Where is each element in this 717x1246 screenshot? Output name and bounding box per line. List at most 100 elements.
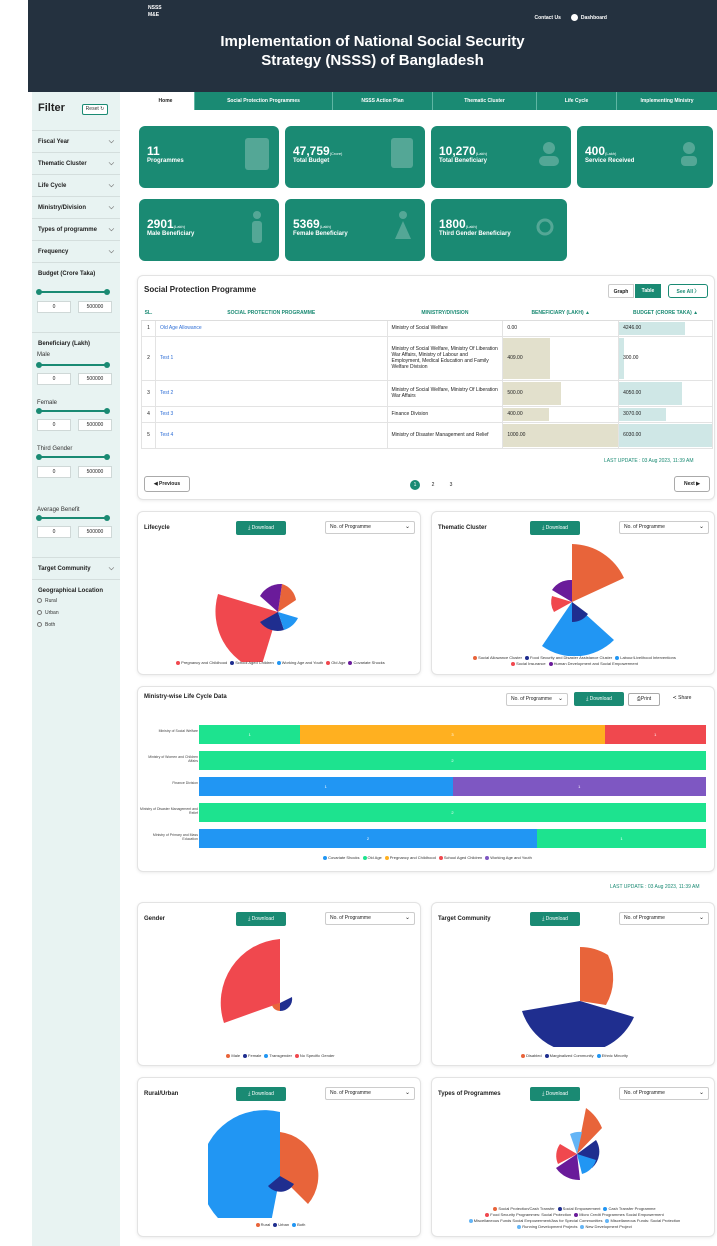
- radio-urban[interactable]: Urban: [37, 610, 59, 616]
- legend-item[interactable]: Food Security Programmes: Social Protect…: [482, 1212, 571, 1217]
- filter-target-community[interactable]: Target Community ⌵: [32, 557, 120, 579]
- legend-item[interactable]: Old Age: [323, 660, 345, 665]
- legend-item[interactable]: Covariate Shocks: [320, 855, 360, 860]
- filter-types-programme[interactable]: Types of programme ⌵: [32, 218, 120, 240]
- gender-download-button[interactable]: ⤓ Download: [236, 912, 286, 926]
- next-button[interactable]: Next ▶: [674, 476, 710, 492]
- legend-item[interactable]: New Development Project: [577, 1224, 632, 1229]
- legend-item[interactable]: Social Allowance Cluster: [470, 655, 522, 660]
- cell-programme-link[interactable]: Test 3: [154, 405, 388, 423]
- page-2[interactable]: 2: [428, 480, 438, 490]
- budget-min-input[interactable]: 0: [37, 301, 71, 313]
- target-download-button[interactable]: ⤓ Download: [530, 912, 580, 926]
- legend-item[interactable]: Miscellaneous Funds: Social Protection: [602, 1218, 680, 1223]
- budget-slider[interactable]: [36, 289, 110, 295]
- bar-segment[interactable]: 3: [300, 725, 605, 744]
- filter-thematic-cluster[interactable]: Thematic Cluster ⌵: [32, 152, 120, 174]
- average-benefit-slider[interactable]: [36, 515, 110, 521]
- legend-item[interactable]: Working Age and Youth: [482, 855, 532, 860]
- filter-ministry[interactable]: Ministry/Division ⌵: [32, 196, 120, 218]
- filter-life-cycle[interactable]: Life Cycle ⌵: [32, 174, 120, 196]
- bar-segment[interactable]: 2: [199, 829, 537, 848]
- third-gender-max-input[interactable]: 500000: [78, 466, 112, 478]
- tab-action-plan[interactable]: NSSS Action Plan: [333, 92, 433, 110]
- reset-button[interactable]: Reset ↻: [82, 104, 108, 115]
- legend-item[interactable]: Pregnancy and Childhood: [382, 855, 436, 860]
- previous-button[interactable]: ◀ Previous: [144, 476, 190, 492]
- male-min-input[interactable]: 0: [37, 373, 71, 385]
- cell-programme-link[interactable]: Test 2: [154, 379, 388, 407]
- card-third-gender[interactable]: 1800(Lakh) Third Gender Beneficiary: [431, 199, 567, 261]
- target-select[interactable]: No. of Programme ⌄: [619, 912, 709, 925]
- radio-rural[interactable]: Rural: [37, 598, 57, 604]
- female-slider[interactable]: [36, 408, 110, 414]
- average-benefit-min-input[interactable]: 0: [37, 526, 71, 538]
- bar-segment[interactable]: 1: [452, 777, 706, 796]
- legend-item[interactable]: Working Age and Youth: [274, 660, 323, 665]
- legend-item[interactable]: Labour/Livelihood Interventions: [612, 655, 676, 660]
- legend-item[interactable]: School Aged Children: [436, 855, 482, 860]
- legend-item[interactable]: Rural: [253, 1222, 270, 1227]
- legend-item[interactable]: No Specific Gender: [292, 1053, 335, 1058]
- contact-us-link[interactable]: Contact Us: [534, 15, 560, 21]
- legend-item[interactable]: Male: [223, 1053, 240, 1058]
- third-gender-min-input[interactable]: 0: [37, 466, 71, 478]
- legend-item[interactable]: Social Empowerment: [555, 1206, 600, 1211]
- col-budget[interactable]: BUDGET (CRORE TAKA) ▲: [618, 306, 713, 321]
- card-service-received[interactable]: 400(Lakh) Service Received: [577, 126, 713, 188]
- thematic-download-button[interactable]: ⤓ Download: [530, 521, 580, 535]
- legend-item[interactable]: Disabled: [518, 1053, 542, 1058]
- filter-frequency[interactable]: Frequency ⌵: [32, 240, 120, 262]
- tab-social-protection[interactable]: Social Protection Programmes: [195, 92, 333, 110]
- table-toggle[interactable]: Table: [635, 284, 661, 298]
- legend-item[interactable]: Food Security and Disaster Assistance Cl…: [522, 655, 612, 660]
- legend-item[interactable]: Social Insurance: [508, 661, 546, 666]
- bar-segment[interactable]: 2: [199, 751, 706, 770]
- card-total-budget[interactable]: 47,759(Crore) Total Budget: [285, 126, 425, 188]
- rural-download-button[interactable]: ⤓ Download: [236, 1087, 286, 1101]
- male-max-input[interactable]: 500000: [78, 373, 112, 385]
- legend-item[interactable]: Covariate Shocks: [345, 660, 385, 665]
- types-select[interactable]: No. of Programme ⌄: [619, 1087, 709, 1100]
- card-female-beneficiary[interactable]: 5369(Lakh) Female Beneficiary: [285, 199, 425, 261]
- legend-item[interactable]: Old Age: [360, 855, 382, 860]
- bar-segment[interactable]: 1: [199, 777, 453, 796]
- legend-item[interactable]: Marginalized Community: [542, 1053, 594, 1058]
- rural-select[interactable]: No. of Programme ⌄: [325, 1087, 415, 1100]
- col-beneficiary[interactable]: BENEFICIARY (LAKH) ▲: [502, 306, 619, 321]
- budget-max-input[interactable]: 500000: [78, 301, 112, 313]
- card-total-beneficiary[interactable]: 10,270(Lakh) Total Beneficiary: [431, 126, 571, 188]
- legend-item[interactable]: Both: [289, 1222, 305, 1227]
- card-programmes[interactable]: 11 Programmes: [139, 126, 279, 188]
- legend-item[interactable]: Ethnic Minority: [594, 1053, 628, 1058]
- legend-item[interactable]: Running Development Projects: [514, 1224, 577, 1229]
- cell-programme-link[interactable]: Old Age Allowance: [154, 319, 388, 337]
- legend-item[interactable]: Human Development and Social Empowerment: [546, 661, 638, 666]
- tab-life-cycle[interactable]: Life Cycle: [537, 92, 617, 110]
- bar-segment[interactable]: 2: [199, 803, 706, 822]
- cell-programme-link[interactable]: Test 4: [154, 421, 388, 449]
- legend-item[interactable]: Miscellaneous Funds Social Empowerment/A…: [466, 1218, 602, 1223]
- card-male-beneficiary[interactable]: 2901(Lakh) Male Beneficiary: [139, 199, 279, 261]
- lifecycle-download-button[interactable]: ⤓ Download: [236, 521, 286, 535]
- thematic-select[interactable]: No. of Programme ⌄: [619, 521, 709, 534]
- third-gender-slider[interactable]: [36, 454, 110, 460]
- see-all-button[interactable]: See All 〉: [668, 284, 708, 298]
- tab-implementing-ministry[interactable]: Implementing Ministry: [617, 92, 717, 110]
- lifecycle-select[interactable]: No. of Programme ⌄: [325, 521, 415, 534]
- bar-segment[interactable]: 1: [199, 725, 301, 744]
- page-1[interactable]: 1: [410, 480, 420, 490]
- legend-item[interactable]: Transgender: [261, 1053, 292, 1058]
- legend-item[interactable]: Pregnancy and Childhood: [173, 660, 227, 665]
- legend-item[interactable]: Cash Transfer Programme: [600, 1206, 656, 1211]
- bar-segment[interactable]: 1: [604, 725, 706, 744]
- gender-select[interactable]: No. of Programme ⌄: [325, 912, 415, 925]
- brand-logo[interactable]: NSSS M&E: [148, 5, 162, 19]
- legend-item[interactable]: Social Protection/Cash Transfer: [490, 1206, 555, 1211]
- radio-both[interactable]: Both: [37, 622, 55, 628]
- average-benefit-max-input[interactable]: 500000: [78, 526, 112, 538]
- tab-thematic-cluster[interactable]: Thematic Cluster: [433, 92, 537, 110]
- cell-programme-link[interactable]: Test 1: [154, 335, 388, 381]
- bar-segment[interactable]: 1: [537, 829, 706, 848]
- legend-item[interactable]: School Aged Children: [227, 660, 274, 665]
